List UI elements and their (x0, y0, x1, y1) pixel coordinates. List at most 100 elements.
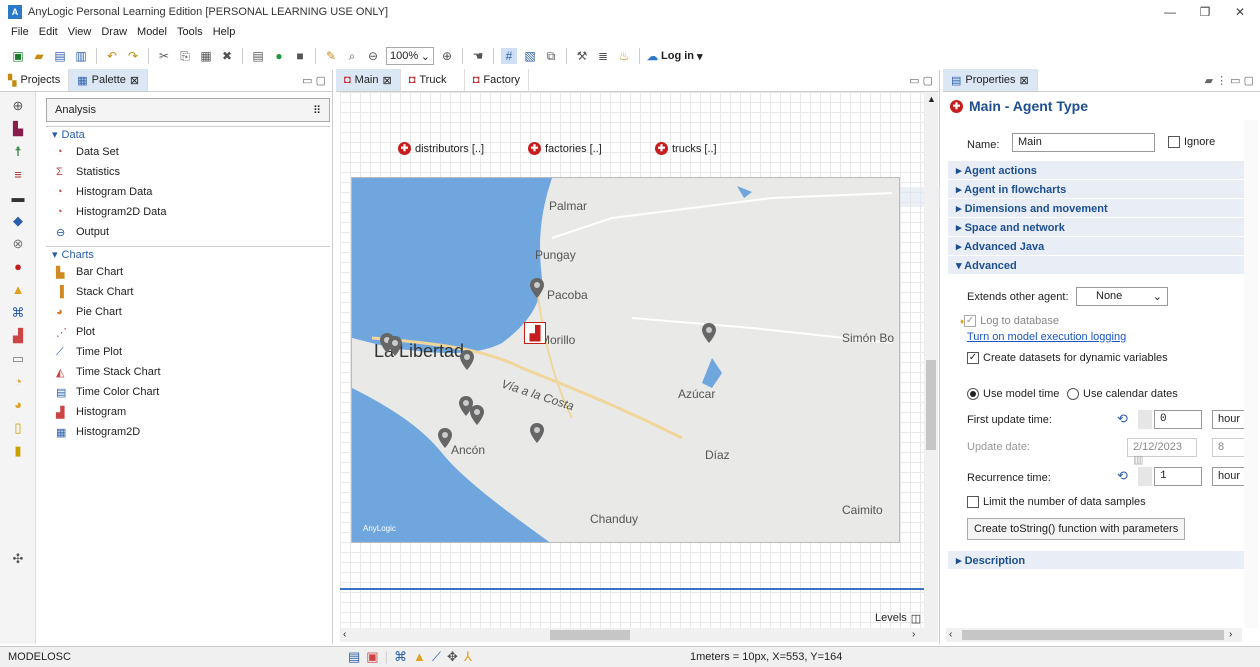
palette-item-statistics[interactable]: Σ Statistics (46, 162, 330, 182)
turn-on-logging-link[interactable]: Turn on model execution logging (967, 331, 1126, 343)
palette-item-pie-chart[interactable]: ◕ Pie Chart (46, 302, 330, 322)
category-advanced-java[interactable]: ▸ Advanced Java (948, 237, 1248, 256)
zoom-fit-icon[interactable]: ⌕ (344, 48, 360, 64)
tab-truck[interactable]: ◘ Truck (401, 69, 465, 91)
open-icon[interactable]: ▰ (31, 48, 47, 64)
use-calendar-radio[interactable]: Use calendar dates (1067, 388, 1178, 401)
pictures-icon[interactable]: ◔ (7, 373, 29, 391)
collection-trucks[interactable]: ✚ trucks [..] (655, 142, 717, 155)
close-button[interactable]: ✕ (1225, 3, 1255, 21)
save-icon[interactable]: ▤ (52, 48, 68, 64)
scroll-up-icon[interactable]: ▲ (927, 94, 936, 104)
palette-item-time-stack-chart[interactable]: ◭ Time Stack Chart (46, 362, 330, 382)
properties-horizontal-scroll-thumb[interactable] (962, 630, 1224, 640)
3d-objects-icon[interactable]: ◕ (7, 396, 29, 414)
rail-icon[interactable]: ≡ (7, 166, 29, 184)
dynamic-value-icon[interactable]: ⟲ (1117, 411, 1128, 427)
first-update-unit-select[interactable]: hour (1212, 410, 1248, 429)
first-update-field[interactable]: 0 (1154, 410, 1202, 429)
zoom-select[interactable]: 100% ⌄ (386, 47, 434, 65)
scroll-left-icon[interactable]: ‹ (949, 629, 952, 640)
category-dimensions[interactable]: ▸ Dimensions and movement (948, 199, 1248, 218)
menu-tools[interactable]: Tools (172, 23, 208, 42)
recurrence-unit-select[interactable]: hour (1212, 467, 1248, 486)
palette-item-time-color-chart[interactable]: ▤ Time Color Chart (46, 382, 330, 402)
scroll-right-icon[interactable]: › (1229, 629, 1232, 640)
save-all-icon[interactable]: ▥ (73, 48, 89, 64)
map-pin-icon[interactable] (530, 278, 544, 298)
palette-item-bar-chart[interactable]: ▙ Bar Chart (46, 262, 330, 282)
tab-properties[interactable]: ▤ Properties ⊠ (943, 69, 1038, 91)
category-agent-in-flowcharts[interactable]: ▸ Agent in flowcharts (948, 180, 1248, 199)
map-pin-icon[interactable] (702, 323, 716, 343)
ignore-checkbox[interactable]: Ignore (1168, 136, 1215, 149)
palette-item-time-plot[interactable]: ⟋ Time Plot (46, 342, 330, 362)
palette-item-stack-chart[interactable]: ▐ Stack Chart (46, 282, 330, 302)
tools-icon[interactable]: ⚒ (574, 48, 590, 64)
palette-section-charts[interactable]: ▾ Charts (46, 246, 330, 262)
zoom-in-icon[interactable]: ⊕ (439, 48, 455, 64)
fluid-icon[interactable]: ◆ (7, 212, 29, 230)
extends-select[interactable]: None ⌄ (1076, 287, 1168, 306)
menu-view[interactable]: View (63, 23, 97, 42)
presentation-icon[interactable]: ▲ (7, 281, 29, 299)
controls-icon[interactable]: ⌘ (7, 304, 29, 322)
minimize-panel-icon[interactable]: ▭ ▢ (296, 70, 332, 91)
palette-item-histogram[interactable]: ▟ Histogram (46, 402, 330, 422)
pedestrian-icon[interactable]: ⅄ (464, 649, 472, 665)
editor-vertical-scroll-thumb[interactable] (926, 360, 936, 450)
palette-item-output[interactable]: ⊖ Output (46, 222, 330, 242)
palette-item-plot[interactable]: ⋰ Plot (46, 322, 330, 342)
map-pin-icon[interactable] (438, 428, 452, 448)
scroll-left-icon[interactable]: ‹ (343, 629, 346, 640)
minimize-button[interactable]: — (1155, 3, 1185, 21)
material-icon[interactable]: ⊗ (7, 235, 29, 253)
collection-factories[interactable]: ✚ factories [..] (528, 142, 602, 155)
layers-icon[interactable]: ⧉ (543, 48, 559, 64)
undo-icon[interactable]: ↶ (104, 48, 120, 64)
presentation-icon[interactable]: ▲ (413, 649, 426, 665)
connectivity-icon[interactable]: ▭ (7, 350, 29, 368)
grid-icon[interactable]: # (501, 48, 517, 64)
build-icon[interactable]: ▤ (250, 48, 266, 64)
map-pin-icon[interactable] (460, 350, 474, 370)
tab-palette[interactable]: ▦ Palette ⊠ (69, 69, 149, 91)
pointer-icon[interactable]: ☚ (470, 48, 486, 64)
run-icon[interactable]: ● (271, 48, 287, 64)
properties-vertical-scrollbar[interactable] (1244, 120, 1258, 628)
agent-icon[interactable]: ⊕ (7, 97, 29, 115)
close-icon[interactable]: ⊠ (383, 74, 392, 87)
menu-draw[interactable]: Draw (96, 23, 132, 42)
category-description[interactable]: ▸ Description (948, 551, 1248, 570)
palette-category-header[interactable]: Analysis ⠿ (46, 98, 330, 122)
close-icon[interactable]: ⊠ (1020, 74, 1029, 87)
palette-item-histogram-data[interactable]: ◔ Histogram Data (46, 182, 330, 202)
statechart-icon[interactable]: ● (7, 258, 29, 276)
panel-menu-icon[interactable]: ▰ ⋮ ▭ ▢ (1199, 70, 1260, 91)
limit-samples-checkbox[interactable]: Limit the number of data samples (967, 496, 1146, 509)
tab-factory[interactable]: ◘ Factory (465, 69, 530, 91)
palette-item-dataset[interactable]: ◔ Data Set (46, 142, 330, 162)
dynamic-value-icon[interactable]: ⟲ (1117, 468, 1128, 484)
minimize-panel-icon[interactable]: ▭ ▢ (903, 70, 939, 91)
move-icon[interactable]: ✥ (447, 649, 458, 665)
menu-model[interactable]: Model (132, 23, 172, 42)
cut-icon[interactable]: ✂ (156, 48, 172, 64)
category-agent-actions[interactable]: ▸ Agent actions (948, 161, 1248, 180)
menu-file[interactable]: File (6, 23, 34, 42)
menu-edit[interactable]: Edit (34, 23, 63, 42)
gis-map[interactable]: Palmar Pungay Pacoba La Libertad Morillo… (351, 177, 900, 543)
snap-icon[interactable]: ▧ (522, 48, 538, 64)
console-icon[interactable]: ▤ (348, 649, 360, 665)
restore-button[interactable]: ❐ (1190, 3, 1220, 21)
login-button[interactable]: ☁ Log in ▾ (647, 50, 703, 63)
editor-horizontal-scroll-thumb[interactable] (550, 630, 630, 640)
map-pin-icon[interactable] (388, 336, 402, 356)
delete-icon[interactable]: ✖ (219, 48, 235, 64)
close-icon[interactable]: ⊠ (130, 74, 139, 87)
grid-view-icon[interactable]: ⠿ (313, 104, 321, 117)
table-icon[interactable]: ≣ (595, 48, 611, 64)
analysis-icon[interactable]: ▟ (7, 327, 29, 345)
palette-section-data[interactable]: ▾ Data (46, 126, 330, 142)
scroll-right-icon[interactable]: › (912, 629, 915, 640)
